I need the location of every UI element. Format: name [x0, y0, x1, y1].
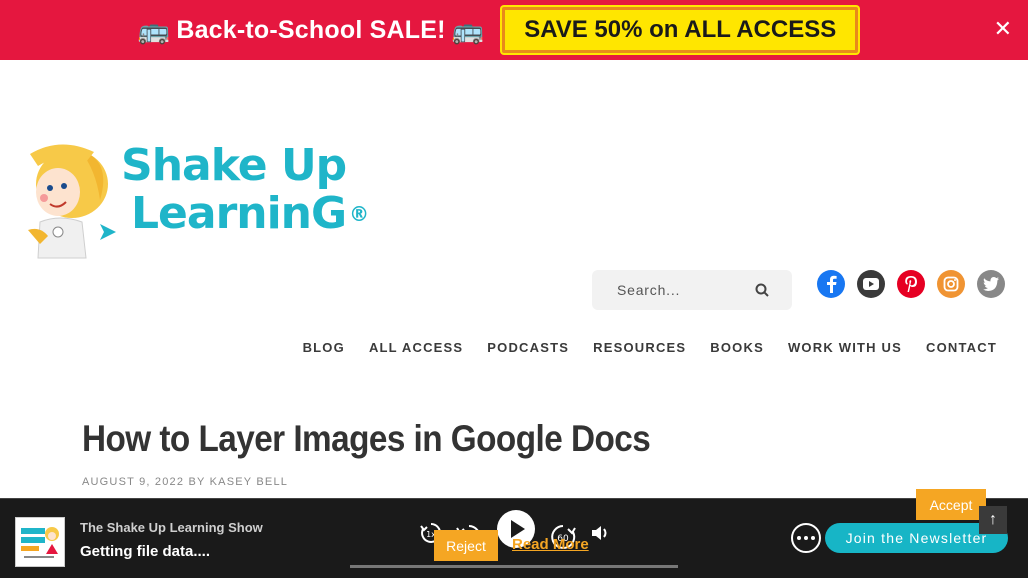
nav-books[interactable]: BOOKS — [710, 340, 764, 355]
nav-contact[interactable]: CONTACT — [926, 340, 997, 355]
logo-line-1: Shake Up — [121, 140, 347, 191]
volume-icon[interactable] — [590, 524, 610, 547]
promo-headline: Back-to-School SALE! — [176, 15, 446, 44]
post-meta: AUGUST 9, 2022 BY KASEY BELL — [82, 476, 288, 488]
youtube-icon[interactable] — [857, 270, 885, 298]
nav-resources[interactable]: RESOURCES — [593, 340, 686, 355]
bus-icon: 🚌 — [137, 14, 171, 45]
post-author-link[interactable]: KASEY BELL — [210, 476, 288, 488]
logo-wordmark: Shake Up LearninG ® — [121, 140, 369, 239]
promo-text: 🚌 Back-to-School SALE! 🚌 — [138, 15, 484, 46]
logo-line-2-wrap: LearninG ® — [131, 188, 369, 239]
twitter-icon[interactable] — [977, 270, 1005, 298]
search-input[interactable] — [592, 282, 747, 298]
page-title: How to Layer Images in Google Docs — [82, 418, 651, 459]
pinterest-icon[interactable] — [897, 270, 925, 298]
post-date: AUGUST 9, 2022 — [82, 476, 185, 488]
promo-banner: 🚌 Back-to-School SALE! 🚌 SAVE 50% on ALL… — [0, 0, 1028, 60]
nav-blog[interactable]: BLOG — [303, 340, 345, 355]
social-links — [817, 270, 1005, 298]
progress-bar[interactable] — [350, 565, 678, 568]
nav-all-access[interactable]: ALL ACCESS — [369, 340, 463, 355]
logo-line-2: LearninG — [131, 188, 347, 239]
close-icon[interactable]: ✕ — [994, 18, 1012, 40]
cookie-reject-button[interactable]: Reject — [434, 530, 498, 561]
promo-cta-button[interactable]: SAVE 50% on ALL ACCESS — [502, 7, 859, 53]
site-logo[interactable]: Shake Up LearninG ® — [20, 140, 369, 262]
search-icon[interactable] — [747, 275, 777, 305]
more-options-button[interactable] — [791, 523, 821, 553]
search-box — [592, 270, 792, 310]
episode-artwork — [15, 517, 65, 567]
scroll-to-top-button[interactable]: ↑ — [979, 506, 1007, 534]
nav-podcasts[interactable]: PODCASTS — [487, 340, 569, 355]
cookie-accept-button[interactable]: Accept — [916, 489, 986, 520]
post-by: BY — [188, 476, 206, 488]
bus-icon: 🚌 — [451, 14, 485, 45]
main-nav: BLOG ALL ACCESS PODCASTS RESOURCES BOOKS… — [303, 340, 997, 355]
instagram-icon[interactable] — [937, 270, 965, 298]
facebook-icon[interactable] — [817, 270, 845, 298]
nav-work-with-us[interactable]: WORK WITH US — [788, 340, 902, 355]
show-name: The Shake Up Learning Show — [80, 520, 263, 535]
mascot-illustration — [28, 144, 116, 259]
cookie-read-more-link[interactable]: Read More — [512, 536, 589, 553]
page: 🚌 Back-to-School SALE! 🚌 SAVE 50% on ALL… — [0, 0, 1028, 578]
registered-mark: ® — [349, 202, 369, 226]
episode-title: Getting file data.... — [80, 543, 211, 560]
